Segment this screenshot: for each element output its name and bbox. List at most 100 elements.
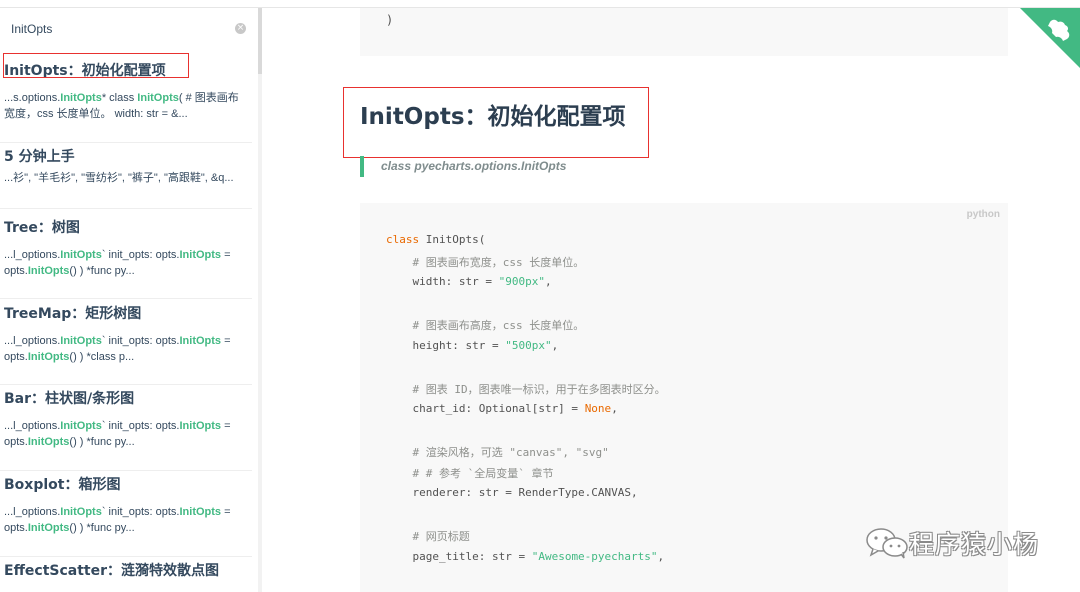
snippet-text: () ) *func py... [69, 436, 135, 448]
code-line: chart_id: Optional[str] = None, [386, 402, 618, 415]
code-line: # # 参考 `全局变量` 章节 [386, 465, 554, 481]
sidebar-scrollbar[interactable] [258, 8, 262, 592]
snippet-text: = [221, 335, 231, 347]
snippet-text: ` init_opts: opts. [101, 335, 180, 347]
search-result-title[interactable]: EffectScatter：涟漪特效散点图 [4, 560, 219, 580]
snippet-text: 宽度，css 长度单位。 width: str = &... [4, 108, 188, 120]
code-text: , [551, 339, 559, 352]
snippet-match: InitOpts [179, 335, 222, 347]
search-result-snippet: ...衫", "羊毛衫", "雪纺衫", "裤子", "高跟鞋", &q... [4, 170, 250, 186]
code-text: width: str = [386, 275, 499, 288]
snippet-match: InitOpts [60, 249, 102, 261]
code-comment: # 图表 ID，图表唯一标识，用于在多图表时区分。 [412, 383, 666, 396]
watermark-text: 程序猿小杨 [909, 530, 1040, 559]
snippet-text: * class [101, 92, 138, 104]
clear-circle-icon[interactable]: × [235, 23, 246, 34]
snippet-text: ` init_opts: opts. [101, 506, 180, 518]
code-comment: # # 参考 `全局变量` 章节 [412, 467, 554, 480]
snippet-match: InitOpts [27, 351, 70, 363]
snippet-text: = [221, 506, 231, 518]
search-result-item[interactable]: Tree：树图 ...l_options.InitOpts` init_opts:… [0, 215, 252, 299]
code-comment: # 渲染风格，可选 "canvas", "svg" [412, 446, 609, 459]
search-input[interactable] [11, 20, 211, 38]
search-result-snippet: ...l_options.InitOpts` init_opts: opts.I… [4, 247, 250, 263]
code-language-label: python [966, 209, 1000, 220]
snippet-text: ...l_options. [4, 249, 61, 261]
sidebar-scrollbar-thumb[interactable] [258, 8, 262, 74]
search-result-title[interactable]: Tree：树图 [4, 217, 80, 237]
code-keyword: class [386, 233, 420, 246]
snippet-match: InitOpts [27, 522, 70, 534]
highlight-box-page-title [343, 87, 649, 158]
search-result-title[interactable]: Bar：柱状图/条形图 [4, 388, 134, 408]
search-result-item[interactable]: TreeMap：矩形树图 ...l_options.InitOpts` init_… [0, 301, 252, 385]
code-line: height: str = "500px", [386, 339, 558, 352]
wechat-icon [866, 528, 908, 559]
snippet-text: () ) *func py... [69, 265, 135, 277]
search-sidebar: × InitOpts：初始化配置项...s.options.InitOpts* … [0, 8, 257, 592]
previous-code-block: ) [360, 8, 1008, 56]
snippet-match: InitOpts [27, 436, 70, 448]
watermark: 程序猿小杨 [865, 525, 1039, 561]
code-text: , [657, 550, 665, 563]
search-result-snippet: opts.InitOpts() ) *func py... [4, 263, 250, 279]
snippet-text: opts. [4, 265, 28, 277]
search-result-title[interactable]: 5 分钟上手 [4, 146, 75, 166]
search-result-item[interactable]: EffectScatter：涟漪特效散点图 [0, 558, 252, 592]
class-signature-quote: class pyecharts.options.InitOpts [381, 159, 567, 173]
snippet-match: InitOpts [60, 420, 102, 432]
search-result-snippet: ...s.options.InitOpts* class InitOpts( #… [4, 90, 250, 106]
code-line: page_title: str = "Awesome-pyecharts", [386, 550, 664, 563]
top-border [0, 0, 1080, 8]
snippet-text: opts. [4, 522, 28, 534]
snippet-text: = [221, 249, 231, 261]
snippet-text: ...l_options. [4, 420, 61, 432]
snippet-text: ...s.options. [4, 92, 61, 104]
snippet-text: ...衫", "羊毛衫", "雪纺衫", "裤子", "高跟鞋", &q... [4, 172, 234, 184]
search-result-title[interactable]: Boxplot：箱形图 [4, 474, 120, 494]
snippet-text: = [221, 420, 231, 432]
code-string: "Awesome-pyecharts" [531, 550, 658, 563]
code-line: # 网页标题 [386, 528, 470, 544]
snippet-match: InitOpts [137, 92, 179, 104]
snippet-match: InitOpts [179, 249, 222, 261]
code-text: renderer: str = RenderType.CANVAS, [386, 486, 638, 499]
snippet-text: () ) *class p... [69, 351, 135, 363]
github-corner-icon[interactable] [1020, 8, 1080, 68]
code-text: page_title: str = [386, 550, 532, 563]
snippet-match: InitOpts [60, 92, 102, 104]
code-line: class InitOpts( [386, 233, 485, 246]
search-result-snippet: 宽度，css 长度单位。 width: str = &... [4, 106, 250, 122]
search-result-item[interactable]: Boxplot：箱形图 ...l_options.InitOpts` init_o… [0, 472, 252, 557]
code-line: # 图表画布高度，css 长度单位。 [386, 317, 585, 333]
snippet-match: InitOpts [27, 265, 70, 277]
highlight-box-result-title [3, 53, 189, 78]
search-result-snippet: opts.InitOpts() ) *func py... [4, 520, 250, 536]
code-keyword: None [584, 402, 612, 415]
code-closing-paren: ) [386, 13, 394, 27]
search-result-title[interactable]: TreeMap：矩形树图 [4, 303, 141, 323]
snippet-match: InitOpts [60, 335, 102, 347]
search-result-item[interactable]: 5 分钟上手 ...衫", "羊毛衫", "雪纺衫", "裤子", "高跟鞋", … [0, 144, 252, 209]
code-text: height: str = [386, 339, 506, 352]
code-line: # 渲染风格，可选 "canvas", "svg" [386, 444, 609, 460]
snippet-text: opts. [4, 436, 28, 448]
blockquote-bar [360, 156, 364, 177]
code-string: "500px" [505, 339, 552, 352]
search-result-snippet: ...l_options.InitOpts` init_opts: opts.I… [4, 504, 250, 520]
search-result-item[interactable]: Bar：柱状图/条形图 ...l_options.InitOpts` init_o… [0, 386, 252, 471]
code-line: width: str = "900px", [386, 275, 551, 288]
snippet-text: ( # 图表画布 [178, 92, 239, 104]
search-result-snippet: opts.InitOpts() ) *class p... [4, 349, 250, 365]
snippet-match: InitOpts [60, 506, 102, 518]
search-result-snippet: opts.InitOpts() ) *func py... [4, 434, 250, 450]
code-line: renderer: str = RenderType.CANVAS, [386, 486, 638, 499]
search-result-snippet: ...l_options.InitOpts` init_opts: opts.I… [4, 333, 250, 349]
code-string: "900px" [498, 275, 545, 288]
code-text: , [611, 402, 618, 415]
